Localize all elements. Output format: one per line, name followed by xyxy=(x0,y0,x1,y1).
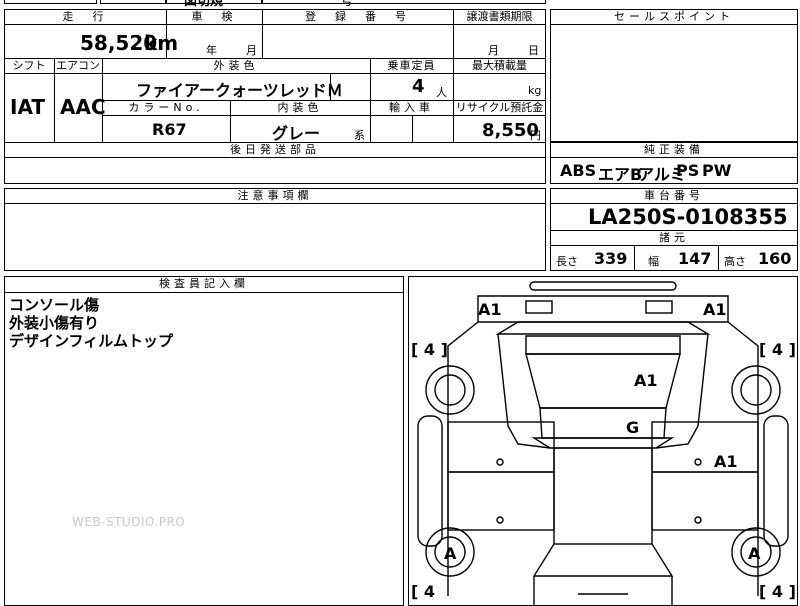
exterior-color-value: ファイアークォーツレッドＭ xyxy=(136,81,343,100)
aircon-header: エアコン xyxy=(56,59,100,72)
transfer-day-label: 日 xyxy=(528,44,539,57)
shift-header: シフト xyxy=(12,59,46,72)
genuine-equipment-header: 純正装備 xyxy=(644,143,704,156)
transfer-month-label: 月 xyxy=(488,44,499,57)
height-value: 160 xyxy=(758,249,792,268)
inspection-month-label: 月 xyxy=(246,44,257,57)
interior-color-value: グレー xyxy=(272,124,321,143)
capacity-unit: 人 xyxy=(436,86,447,99)
damage-mark-rear-right-wheel: A xyxy=(748,544,761,563)
row-line xyxy=(550,245,798,246)
length-label: 長さ xyxy=(556,255,578,268)
damage-mark-front-right: A1 xyxy=(703,300,727,319)
max-load-header: 最大積載量 xyxy=(472,59,527,72)
inspector-note-line-3: デザインフィルムトップ xyxy=(9,332,173,350)
inspector-notes-header: 検査員記入欄 xyxy=(159,277,249,290)
row-line xyxy=(4,24,546,25)
equipment-airbag: エアB xyxy=(598,165,643,184)
height-label: 高さ xyxy=(724,255,746,268)
equipment-ps: PS xyxy=(676,161,700,180)
damage-mark-front-left: A1 xyxy=(478,300,502,319)
row-line xyxy=(4,292,404,293)
top-strip-cell-4 xyxy=(262,0,546,4)
tire-depth-rear-left: [ 4 xyxy=(411,582,436,601)
color-no-header: カラーNo. xyxy=(128,101,204,114)
chassis-no-value: LA250S-0108355 xyxy=(588,205,788,229)
equipment-abs: ABS xyxy=(560,161,597,180)
interior-color-suffix: 系 xyxy=(354,129,365,142)
damage-mark-right-side: A1 xyxy=(714,452,738,471)
sales-point-header: セールスポイント xyxy=(614,10,734,23)
registration-header: 登 録 番 号 xyxy=(305,10,410,23)
recycle-unit: 円 xyxy=(530,129,541,142)
top-strip-cell-1 xyxy=(4,0,97,4)
damage-mark-glass: G xyxy=(626,418,640,437)
specs-header: 諸元 xyxy=(659,231,689,244)
recycle-header: リサイクル預託金 xyxy=(455,101,544,114)
width-value: 147 xyxy=(678,249,712,268)
inspection-header: 車 検 xyxy=(191,10,237,23)
car-diagram xyxy=(417,281,789,606)
chassis-no-header: 車台番号 xyxy=(644,189,704,202)
import-header: 輸入車 xyxy=(389,101,434,114)
col-line xyxy=(412,115,413,142)
top-strip-partial-text-2: 号 xyxy=(340,0,354,9)
damage-mark-roof: A1 xyxy=(634,371,658,390)
tire-depth-front-left: [ 4 ] xyxy=(411,340,448,359)
damage-mark-rear-left-wheel: A xyxy=(444,544,457,563)
row-line xyxy=(4,203,546,204)
aircon-value: AAC xyxy=(60,95,106,119)
sales-point-box xyxy=(550,9,798,142)
inspection-year-label: 年 xyxy=(206,44,217,57)
color-no-value: R67 xyxy=(152,120,187,139)
row-line xyxy=(4,157,546,158)
top-strip-partial-text-1: 図切規 xyxy=(184,0,224,9)
tire-depth-rear-right: [ 4 ] xyxy=(759,582,796,601)
later-parts-header: 後日発送部品 xyxy=(230,143,320,156)
col-line xyxy=(718,245,719,271)
row-line xyxy=(4,73,546,74)
row-line xyxy=(550,203,798,204)
notes-header: 注意事項欄 xyxy=(237,189,313,202)
transfer-deadline-header: 譲渡書類期限 xyxy=(466,10,533,23)
length-value: 339 xyxy=(594,249,628,268)
col-line xyxy=(634,245,635,271)
capacity-value: 4 xyxy=(412,76,425,97)
top-strip-cell-2 xyxy=(100,0,166,4)
interior-color-header: 内装色 xyxy=(277,101,323,114)
row-line xyxy=(102,115,546,116)
exterior-color-header: 外装色 xyxy=(213,59,259,72)
width-label: 幅 xyxy=(648,255,659,268)
row-line xyxy=(550,24,798,25)
max-load-unit: kg xyxy=(528,84,542,97)
shift-value: IAT xyxy=(10,95,46,119)
mileage-unit: km xyxy=(144,31,179,55)
row-line xyxy=(550,157,798,158)
watermark: WEB-STUDIO.PRO xyxy=(72,515,186,529)
equipment-pw: PW xyxy=(702,161,732,180)
capacity-header: 乗車定員 xyxy=(387,59,436,72)
mileage-header: 走 行 xyxy=(62,10,108,23)
tire-depth-front-right: [ 4 ] xyxy=(759,340,796,359)
